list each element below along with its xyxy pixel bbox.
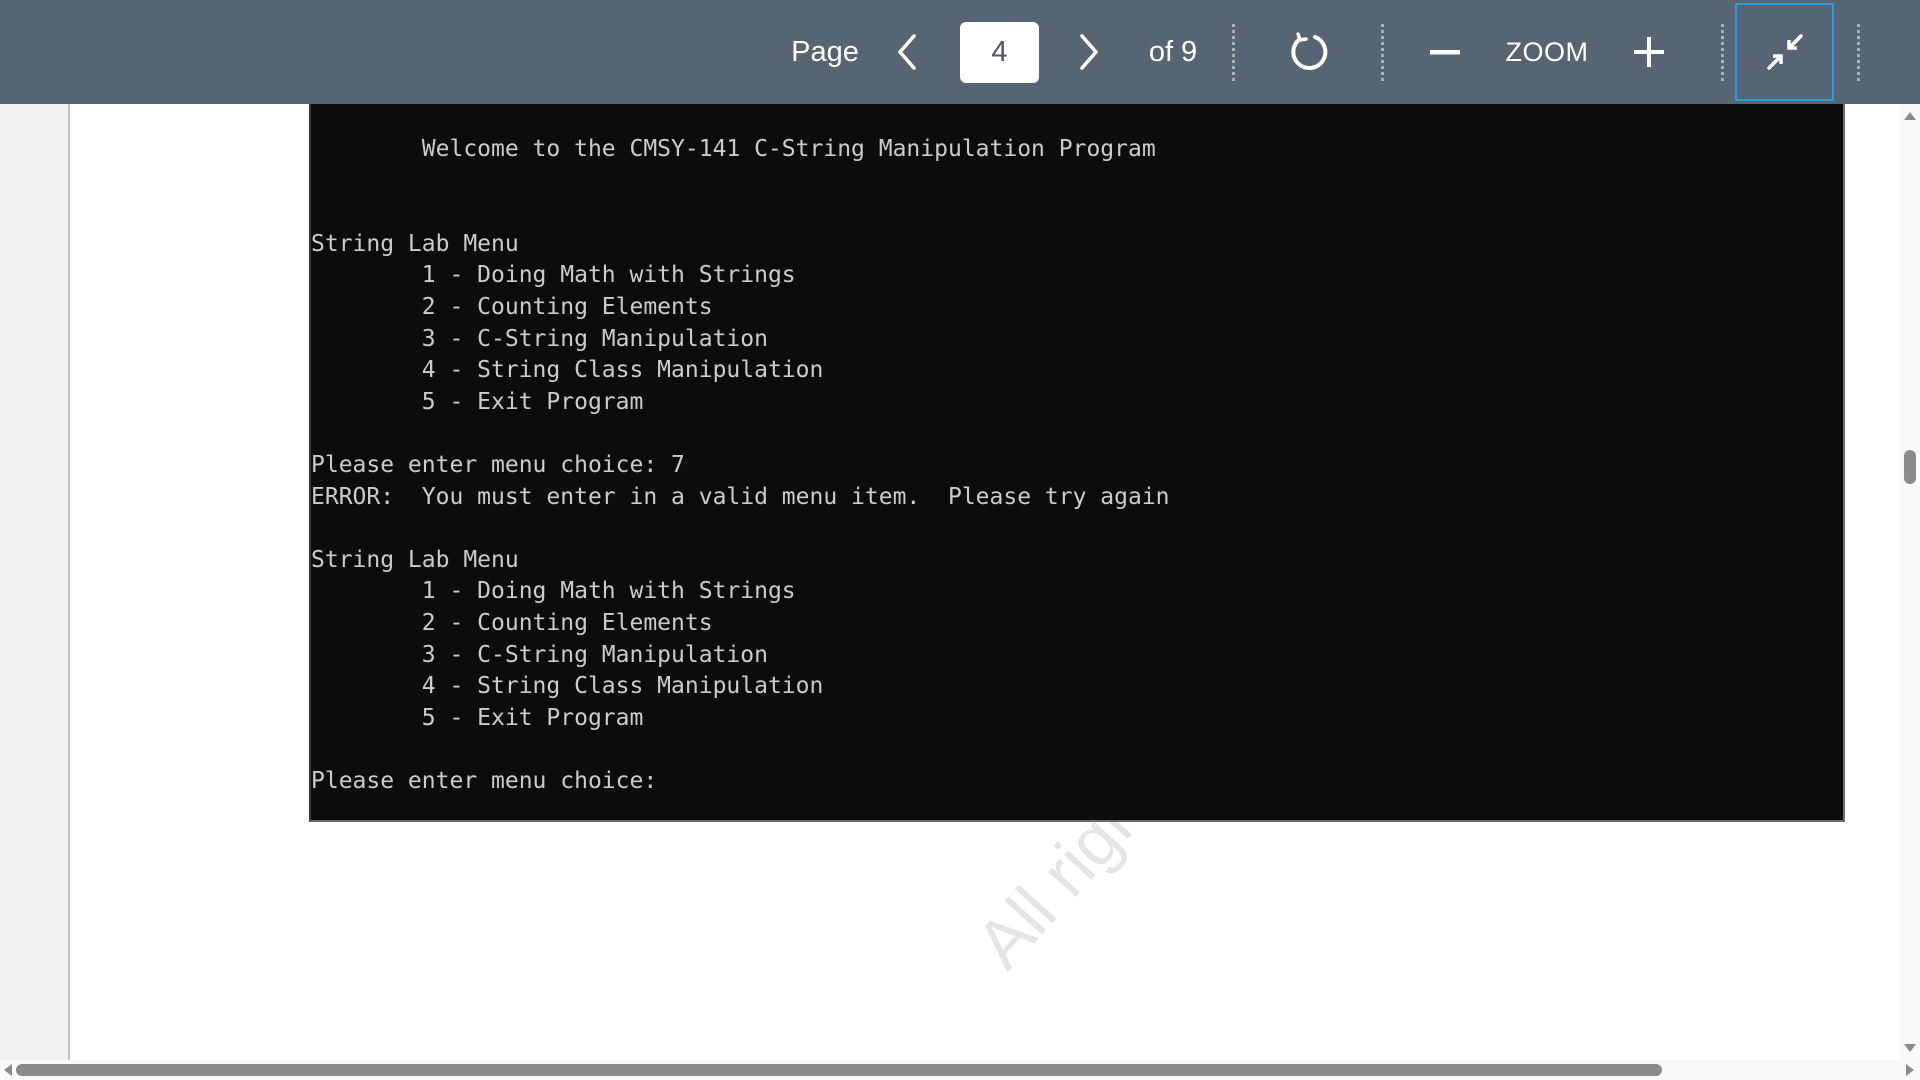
terminal-line: 5 - Exit Program	[311, 704, 644, 731]
scroll-right-arrow-icon[interactable]	[1906, 1064, 1914, 1076]
terminal-line: 2 - Counting Elements	[311, 293, 713, 320]
chevron-left-icon	[898, 34, 916, 70]
toolbar-divider	[1721, 24, 1724, 81]
left-gutter	[0, 104, 70, 1060]
terminal-line: ERROR: You must enter in a valid menu it…	[311, 483, 1170, 510]
zoom-in-button[interactable]	[1624, 0, 1674, 104]
toolbar-divider	[1232, 24, 1235, 81]
terminal-line: 3 - C-String Manipulation	[311, 325, 768, 352]
chevron-right-icon	[1080, 34, 1098, 70]
page-number-input[interactable]: 4	[960, 22, 1039, 83]
exit-fullscreen-button[interactable]	[1735, 3, 1834, 101]
terminal-line: 4 - String Class Manipulation	[311, 673, 824, 700]
terminal-line: Please enter menu choice:	[311, 767, 672, 794]
total-pages-label: of 9	[1148, 35, 1198, 68]
zoom-label: ZOOM	[1505, 36, 1589, 67]
terminal-line: 4 - String Class Manipulation	[311, 357, 824, 384]
plus-icon	[1634, 37, 1664, 67]
terminal-line: Welcome to the CMSY-141 C-String Manipul…	[311, 136, 1156, 162]
vertical-scrollbar[interactable]	[1900, 104, 1920, 1060]
horizontal-scroll-thumb[interactable]	[16, 1064, 1662, 1076]
exit-fullscreen-icon	[1766, 34, 1803, 70]
zoom-out-button[interactable]	[1420, 0, 1470, 104]
toolbar-divider	[1381, 24, 1384, 81]
scroll-up-arrow-icon[interactable]	[1904, 112, 1916, 120]
scroll-left-arrow-icon[interactable]	[4, 1064, 12, 1076]
page-label: Page	[791, 35, 859, 68]
terminal-line: 1 - Doing Math with Strings	[311, 262, 796, 289]
terminal-line: 2 - Counting Elements	[311, 609, 713, 636]
terminal-line: 1 - Doing Math with Strings	[311, 578, 796, 605]
terminal-line: 3 - C-String Manipulation	[311, 641, 768, 668]
terminal-line: String Lab Menu	[311, 546, 519, 573]
toolbar-divider	[1857, 24, 1860, 81]
terminal-output: Welcome to the CMSY-141 C-String Manipul…	[311, 134, 1170, 797]
scroll-down-arrow-icon[interactable]	[1904, 1044, 1916, 1052]
vertical-scroll-thumb[interactable]	[1904, 450, 1916, 484]
next-page-button[interactable]	[1064, 0, 1114, 104]
terminal-screenshot: Welcome to the CMSY-141 C-String Manipul…	[309, 104, 1845, 822]
previous-page-button[interactable]	[882, 0, 932, 104]
terminal-line: Please enter menu choice: 7	[311, 451, 685, 478]
horizontal-scrollbar[interactable]	[0, 1060, 1920, 1080]
minus-icon	[1430, 50, 1460, 55]
viewer-toolbar: Page 4 of 9 ZOOM	[0, 0, 1920, 104]
rotate-clockwise-icon	[1291, 32, 1328, 70]
rotate-button[interactable]	[1282, 0, 1336, 104]
terminal-line: String Lab Menu	[311, 230, 519, 257]
terminal-line: 5 - Exit Program	[311, 388, 644, 415]
